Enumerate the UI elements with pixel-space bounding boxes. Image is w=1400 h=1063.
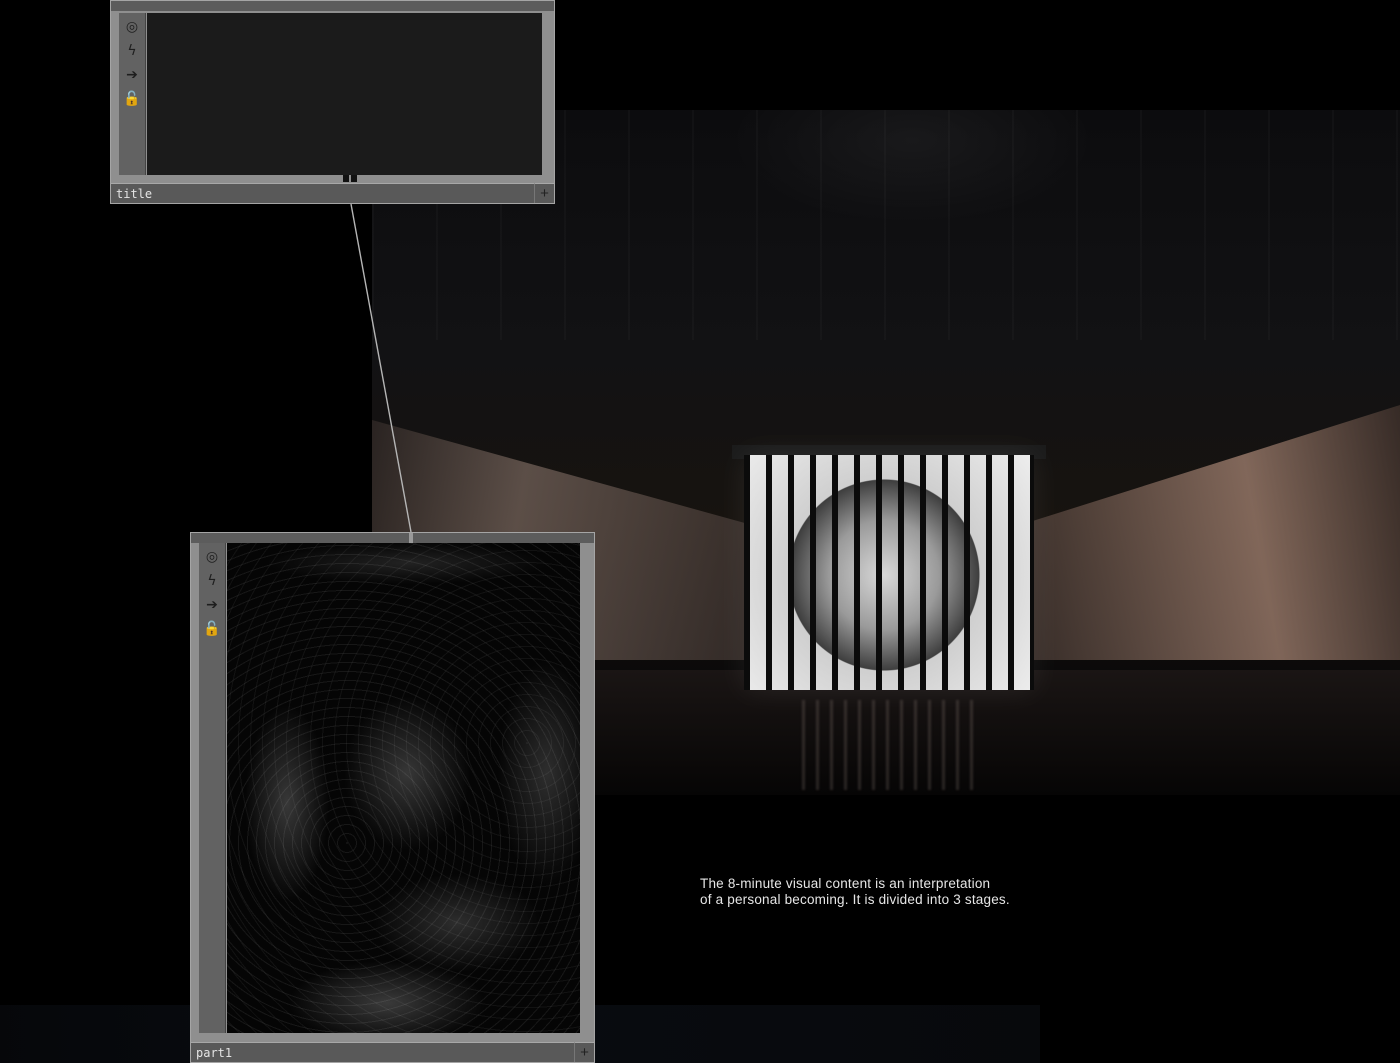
operator-node-title[interactable]: ◎ ϟ ➔ 🔓 title +	[110, 0, 555, 204]
lock-icon[interactable]: 🔓	[122, 89, 142, 109]
node-flag-column: ◎ ϟ ➔ 🔓	[199, 543, 226, 1033]
node-header-bar[interactable]	[111, 1, 554, 11]
lock-icon[interactable]: 🔓	[202, 619, 222, 639]
project-description: The 8-minute visual content is an interp…	[700, 876, 1080, 908]
node-name-label[interactable]: part1	[191, 1042, 574, 1062]
bypass-icon[interactable]: ϟ	[122, 41, 142, 61]
export-icon[interactable]: ➔	[122, 65, 142, 85]
viewer-icon[interactable]: ◎	[122, 17, 142, 37]
node-header-bar[interactable]	[191, 533, 594, 543]
add-icon[interactable]: +	[574, 1042, 594, 1062]
light-cube-installation	[744, 455, 1034, 690]
caption-line: The 8-minute visual content is an interp…	[700, 876, 991, 891]
caption-line: of a personal becoming. It is divided in…	[700, 892, 1010, 907]
viewer-icon[interactable]: ◎	[202, 547, 222, 567]
add-icon[interactable]: +	[534, 183, 554, 203]
right-gallery-wall	[1020, 405, 1400, 660]
node-name-label[interactable]: title	[111, 183, 534, 203]
floor-reflection	[802, 700, 982, 790]
operator-node-part1[interactable]: ◎ ϟ ➔ 🔓 part1 +	[190, 532, 595, 1063]
resize-handle[interactable]	[343, 175, 357, 182]
node-viewer[interactable]	[147, 13, 542, 175]
node-flag-column: ◎ ϟ ➔ 🔓	[119, 13, 146, 175]
export-icon[interactable]: ➔	[202, 595, 222, 615]
bypass-icon[interactable]: ϟ	[202, 571, 222, 591]
input-connector[interactable]	[409, 533, 413, 543]
node-viewer-fluid-texture[interactable]	[227, 543, 580, 1033]
